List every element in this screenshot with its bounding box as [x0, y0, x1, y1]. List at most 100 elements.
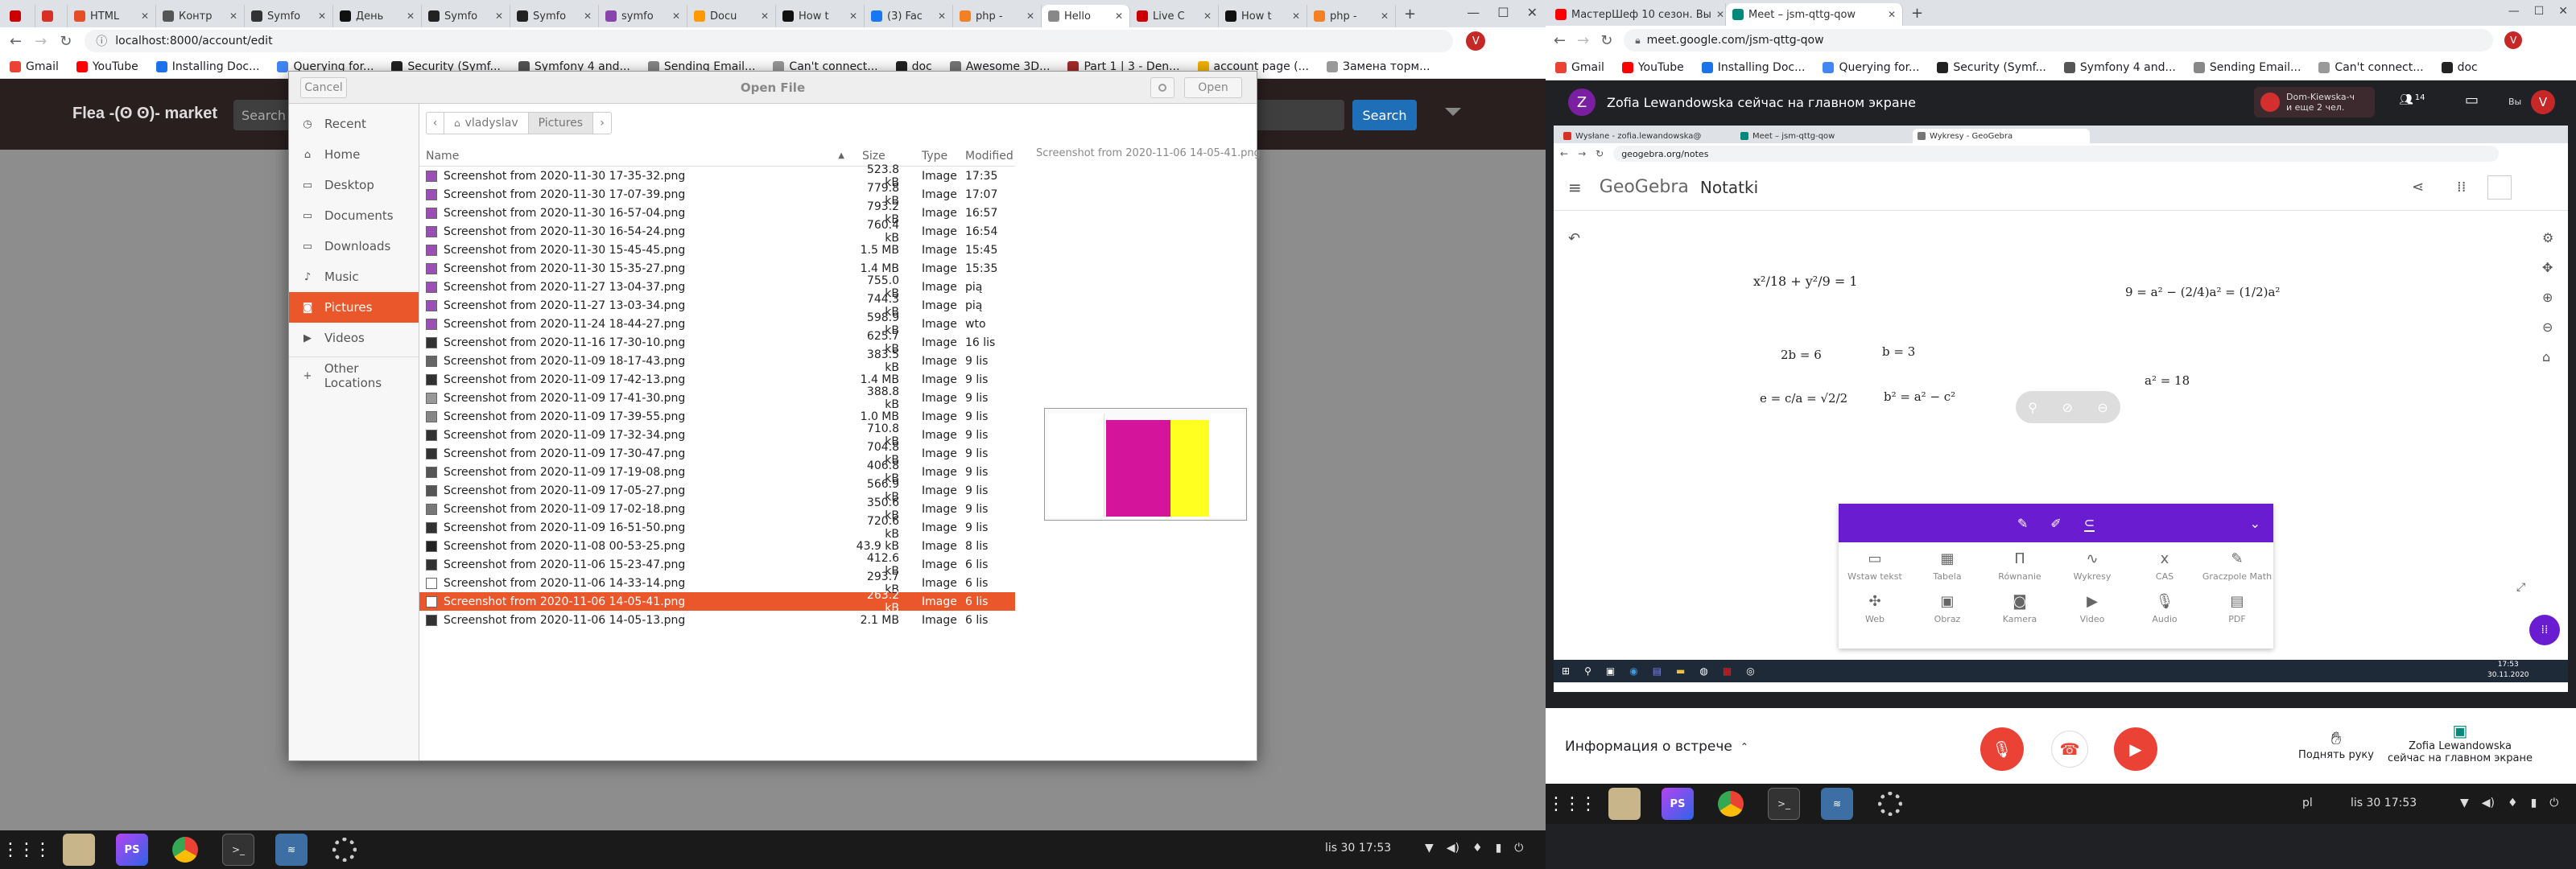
file-row[interactable]: Screenshot from 2020-11-09 16-51-50.png 7… — [419, 515, 1015, 541]
chrome-icon[interactable] — [1715, 788, 1747, 820]
tab-close-icon[interactable]: ✕ — [1381, 10, 1389, 22]
mic-toggle-button[interactable]: 🎙︎ — [1980, 727, 2024, 771]
terminal2-icon[interactable]: ≋ — [275, 834, 308, 866]
browser-tab[interactable] — [35, 5, 68, 27]
file-row[interactable]: Screenshot from 2020-11-09 17-05-27.png 5… — [419, 478, 1015, 504]
browser-tab[interactable]: Symfo ✕ — [422, 5, 510, 27]
file-row[interactable]: Screenshot from 2020-11-27 13-03-34.png 7… — [419, 293, 1015, 319]
browser-tab[interactable]: Meet – jsm-qttg-qow ✕ — [1726, 3, 1903, 26]
meeting-info-button[interactable]: Информация о встрече ⌃ — [1565, 739, 1748, 755]
file-row[interactable]: Screenshot from 2020-11-09 17-30-47.png 7… — [419, 441, 1015, 467]
column-type[interactable]: Type — [910, 150, 957, 163]
sidebar-item-desktop[interactable]: ▭ Desktop — [289, 170, 419, 200]
tab-close-icon[interactable]: ✕ — [849, 10, 857, 22]
tab-close-icon[interactable]: ✕ — [407, 10, 415, 22]
presenting-button[interactable]: ▣ Zofia Lewandowska сейчас на главном эк… — [2388, 721, 2533, 764]
leave-call-button[interactable]: ☎ — [2051, 731, 2088, 768]
browser-tab[interactable]: Контр ✕ — [156, 5, 245, 27]
browser-tab[interactable]: (3) Fac ✕ — [865, 5, 953, 27]
address-bar[interactable]: 🔒︎ meet.google.com/jsm-qttg-qow — [1624, 29, 2494, 51]
tab-close-icon[interactable]: ✕ — [584, 10, 592, 22]
browser-tab[interactable]: МастерШеф 10 сезон. Вы ✕ — [1549, 3, 1726, 26]
column-name[interactable]: Name ▲ — [419, 150, 854, 163]
sidebar-item-music[interactable]: ♪ Music — [289, 262, 419, 292]
browser-tab[interactable]: День ✕ — [333, 5, 422, 27]
sidebar-item-documents[interactable]: ▭ Documents — [289, 200, 419, 231]
chrome-icon[interactable] — [169, 834, 201, 866]
file-row[interactable]: Screenshot from 2020-11-16 17-30-10.png 6… — [419, 330, 1015, 356]
participant-notice[interactable]: Dom-Kiewska-ч и еще 2 чел. — [2254, 87, 2375, 117]
new-tab-icon[interactable]: + — [1396, 6, 1424, 23]
open-button[interactable]: Open — [1184, 77, 1242, 98]
apps-grid-icon[interactable]: ⋮⋮⋮ — [2, 834, 52, 866]
maximize-icon[interactable]: ☐ — [1497, 5, 1509, 20]
search-button[interactable] — [1150, 77, 1174, 98]
sidebar-item-pictures[interactable]: ◙ Pictures — [289, 292, 419, 323]
path-home-button[interactable]: ⌂ vladyslav — [444, 113, 529, 134]
tab-close-icon[interactable]: ✕ — [1292, 10, 1300, 22]
tab-close-icon[interactable]: ✕ — [1888, 9, 1896, 20]
file-row[interactable]: Screenshot from 2020-11-09 18-17-43.png 3… — [419, 348, 1015, 374]
address-bar[interactable]: ⓘ localhost:8000/account/edit — [85, 30, 1454, 52]
file-row[interactable]: Screenshot from 2020-11-06 14-05-13.png 2… — [419, 611, 1015, 629]
sidebar-item-recent[interactable]: ◷ Recent — [289, 109, 419, 139]
file-row[interactable]: Screenshot from 2020-11-30 15-45-45.png 1… — [419, 241, 1015, 259]
file-row[interactable]: Screenshot from 2020-11-06 15-23-47.png 4… — [419, 552, 1015, 578]
path-pictures-button[interactable]: Pictures — [528, 113, 594, 134]
minimize-icon[interactable]: — — [1467, 5, 1480, 20]
maximize-icon[interactable]: ☐ — [2534, 5, 2545, 18]
keyboard-layout[interactable]: pl — [2302, 797, 2313, 809]
forward-icon[interactable]: → — [35, 33, 47, 50]
back-icon[interactable]: ← — [1554, 32, 1566, 49]
bookmark-item[interactable]: Can't connect... — [2318, 61, 2424, 74]
file-row[interactable]: Screenshot from 2020-11-09 17-41-30.png 3… — [419, 385, 1015, 411]
terminal2-icon[interactable]: ≋ — [1821, 788, 1853, 820]
tab-close-icon[interactable]: ✕ — [938, 10, 946, 22]
tab-close-icon[interactable]: ✕ — [141, 10, 149, 22]
avatar[interactable]: V — [1466, 31, 1486, 51]
bookmark-item[interactable]: Installing Doc... — [155, 60, 259, 73]
tab-close-icon[interactable]: ✕ — [1203, 10, 1212, 22]
phpstorm-icon[interactable]: PS — [116, 834, 148, 866]
bookmark-item[interactable]: Gmail — [1555, 61, 1604, 74]
new-tab-icon[interactable]: + — [1903, 5, 1931, 22]
settings-icon[interactable] — [1874, 788, 1906, 820]
terminal-icon[interactable]: >_ — [1768, 788, 1800, 820]
bookmark-item[interactable]: Security (Symf... — [1937, 61, 2046, 74]
bookmark-item[interactable]: Symfony 4 and... — [2063, 61, 2176, 74]
minimize-icon[interactable]: — — [2508, 5, 2520, 18]
avatar[interactable]: V — [2504, 31, 2523, 49]
file-row[interactable]: Screenshot from 2020-11-09 17-19-08.png 4… — [419, 459, 1015, 485]
file-row[interactable]: Screenshot from 2020-11-09 17-02-18.png 3… — [419, 496, 1015, 522]
file-row[interactable]: Screenshot from 2020-11-24 18-44-27.png 5… — [419, 311, 1015, 337]
path-back-button[interactable]: ‹ — [427, 113, 444, 134]
tab-close-icon[interactable]: ✕ — [761, 10, 769, 22]
file-row[interactable]: Screenshot from 2020-11-06 14-33-14.png 2… — [419, 570, 1015, 596]
sidebar-item-other-locations[interactable]: + Other Locations — [289, 360, 419, 391]
site-search-button[interactable]: Search — [1352, 100, 1417, 130]
tab-close-icon[interactable]: ✕ — [1026, 10, 1034, 22]
file-row[interactable]: Screenshot from 2020-11-08 00-53-25.png 4… — [419, 537, 1015, 555]
right-clock[interactable]: lis 30 17:53 — [2351, 797, 2417, 809]
settings-icon[interactable] — [328, 834, 361, 866]
browser-tab[interactable]: How t ✕ — [1219, 5, 1307, 27]
file-row[interactable]: Screenshot from 2020-11-27 13-04-37.png 7… — [419, 274, 1015, 300]
bookmark-item[interactable]: Замена торм... — [1326, 60, 1430, 73]
browser-tab[interactable]: HTML ✕ — [68, 5, 156, 27]
file-row[interactable]: Screenshot from 2020-11-30 15-35-27.png 1… — [419, 259, 1015, 278]
back-icon[interactable]: ← — [10, 33, 22, 50]
phpstorm-icon[interactable]: PS — [1662, 788, 1694, 820]
column-modified[interactable]: Modified — [957, 150, 1013, 163]
bookmark-item[interactable]: Sending Email... — [2193, 61, 2301, 74]
browser-tab[interactable]: php - ✕ — [1307, 5, 1396, 27]
bookmark-item[interactable]: YouTube — [1621, 61, 1684, 74]
bookmark-item[interactable]: doc — [2441, 61, 2478, 74]
column-size[interactable]: Size — [854, 150, 910, 163]
tab-close-icon[interactable]: ✕ — [1716, 9, 1724, 20]
left-clock[interactable]: lis 30 17:53 — [1325, 842, 1391, 855]
browser-tab[interactable]: php - ✕ — [953, 5, 1042, 27]
file-row[interactable]: Screenshot from 2020-11-30 17-07-39.png 7… — [419, 182, 1015, 208]
file-row[interactable]: Screenshot from 2020-11-09 17-39-55.png 1… — [419, 407, 1015, 426]
tab-close-icon[interactable]: ✕ — [672, 10, 680, 22]
files-icon[interactable] — [63, 834, 95, 866]
